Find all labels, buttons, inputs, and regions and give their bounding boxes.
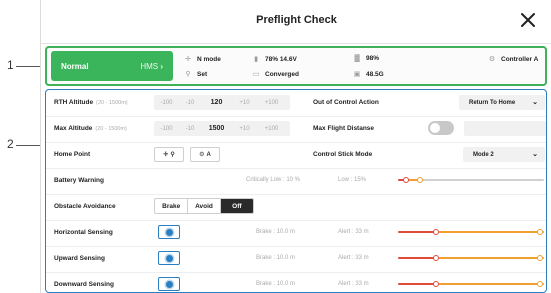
maxalt-plus-100[interactable]: +100 [257,126,286,132]
maxalt-minus-10[interactable]: -10 [179,126,201,132]
downward-brake-text: Brake : 10.0 m [256,281,296,287]
home-point-label: Home Point [54,151,91,158]
rth-value[interactable]: 120 [201,99,232,106]
hms-status-button[interactable]: Normal HMS › [51,51,173,81]
horizontal-sensing-label: Horizontal Sensing [54,229,113,236]
upward-sensing-button[interactable] [158,251,180,265]
obstacle-avoidance-label: Obstacle Avoidance [54,203,116,210]
location-pin-icon: ⚲ [185,71,191,78]
upward-alert-knob[interactable] [537,255,543,261]
home-point-drone-button[interactable]: ✛ ⚲ [154,147,184,162]
signal-status: ▓ 98% [352,55,379,62]
battery-status: ▮ 78% 14.6V [251,55,297,64]
downward-sensing-button[interactable] [158,277,180,291]
header: Preflight Check [41,0,551,44]
stick-mode-dropdown[interactable]: Mode 2 ⌄ [463,147,545,162]
drone-icon: ✛ [163,152,169,158]
rth-altitude-label: RTH Altitude (20 - 1500m) [54,99,128,106]
upward-sensing-slider[interactable] [398,254,544,262]
page-title: Preflight Check [256,14,337,26]
stick-mode-label: Control Stick Mode [313,151,373,158]
downward-alert-text: Alert : 33 m [338,281,369,287]
horizontal-brake-knob[interactable] [433,229,439,235]
max-altitude-label: Max Altitude (20 - 1500m) [54,125,127,132]
downward-sensing-label: Downward Sensing [54,281,114,288]
callout-1: 1 [7,58,14,72]
status-state: Normal [61,62,89,71]
max-distance-input[interactable] [464,121,546,136]
callout-2: 2 [7,137,14,151]
obstacle-brake-option[interactable]: Brake [155,199,189,213]
chevron-right-icon: › [160,62,163,71]
rtk-status: ▭ Converged [252,70,299,79]
max-altitude-stepper[interactable]: -100 -10 1500 +10 +100 [154,121,290,136]
downward-sensing-slider[interactable] [398,280,544,288]
low-knob[interactable] [417,177,423,183]
obstacle-off-option[interactable]: Off [220,199,253,213]
battery-icon: ▮ [254,56,258,63]
maxalt-plus-10[interactable]: +10 [232,126,257,132]
obstacle-avoidance-segmented[interactable]: Brake Avoid Off [154,198,254,214]
storage-status: ▣ 48.5G [353,70,384,79]
home-status: ⚲ Set [183,70,207,79]
downward-brake-knob[interactable] [433,281,439,287]
flight-mode: ✛ N mode [183,55,221,64]
ooc-action-label: Out of Control Action [313,99,379,106]
rtk-icon: ▭ [252,71,260,78]
chevron-down-icon: ⌄ [532,151,538,158]
horizontal-sensing-button[interactable] [158,225,180,239]
rth-altitude-stepper[interactable]: -100 -10 120 +10 +100 [154,95,290,110]
max-distance-label: Max Flight Distanse [313,125,375,132]
upward-sensing-label: Upward Sensing [54,255,105,262]
controller-icon: ⚙ [199,152,205,158]
max-distance-toggle[interactable] [428,121,454,135]
battery-warning-label: Battery Warning [54,177,104,184]
drone-icon: ✛ [185,56,191,63]
controller-icon: ⚙ [488,56,496,63]
maxalt-minus-100[interactable]: -100 [154,126,179,132]
critical-low-text: Critically Low : 10 % [246,177,301,183]
home-point-controller-button[interactable]: ⚙ A [190,147,220,162]
hms-label: HMS [140,62,159,71]
upward-brake-knob[interactable] [433,255,439,261]
rth-minus-10[interactable]: -10 [179,100,201,106]
signal-icon: ▓ [354,55,360,62]
battery-warning-slider[interactable] [398,176,544,184]
sd-card-icon: ▣ [353,71,361,78]
ooc-action-dropdown[interactable]: Return To Home ⌄ [459,95,545,110]
chevron-down-icon: ⌄ [532,99,538,106]
radar-icon [165,254,173,262]
settings-panel: RTH Altitude (20 - 1500m) -100 -10 120 +1… [45,89,547,293]
controller-status: ⚙ Controller A [488,55,539,64]
rth-minus-100[interactable]: -100 [154,100,179,106]
horizontal-alert-knob[interactable] [537,229,543,235]
rth-plus-10[interactable]: +10 [232,100,257,106]
radar-icon [165,228,173,236]
downward-alert-knob[interactable] [537,281,543,287]
obstacle-avoid-option[interactable]: Avoid [188,199,221,213]
maxalt-value[interactable]: 1500 [201,125,232,132]
horizontal-alert-text: Alert : 33 m [338,229,369,235]
rth-plus-100[interactable]: +100 [257,100,286,106]
horizontal-brake-text: Brake : 10.0 m [256,229,296,235]
status-bar: Normal HMS › ✛ N mode ⚲ Set ▮ 78% 14.6V ▭ Co… [45,46,547,86]
critical-knob[interactable] [403,177,409,183]
upward-alert-text: Alert : 33 m [338,255,369,261]
upward-brake-text: Brake : 10.0 m [256,255,296,261]
location-icon: ⚲ [170,152,175,158]
horizontal-sensing-slider[interactable] [398,228,544,236]
preflight-panel: Preflight Check Normal HMS › ✛ N mode ⚲ Se… [40,0,551,293]
close-icon[interactable] [518,10,538,30]
low-text: Low : 15% [338,177,367,183]
radar-icon [165,280,173,288]
